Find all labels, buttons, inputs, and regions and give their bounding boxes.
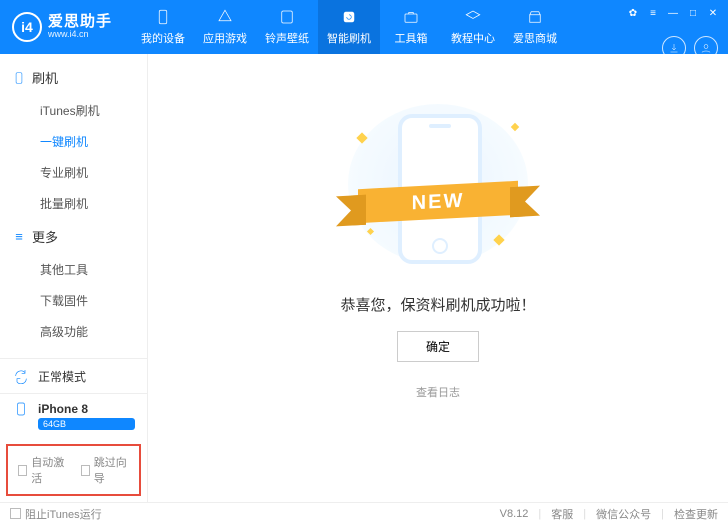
- nav-label: 爱思商城: [513, 30, 557, 46]
- success-illustration: NEW: [328, 104, 548, 264]
- block-itunes-checkbox[interactable]: 阻止iTunes运行: [10, 506, 102, 522]
- confirm-button[interactable]: 确定: [397, 331, 479, 362]
- group-title: 更多: [32, 227, 58, 246]
- skip-guide-checkbox[interactable]: 跳过向导: [81, 454, 130, 486]
- logo-text-short: i4: [21, 19, 33, 35]
- sidebar-group-more: ≡ 更多: [0, 219, 147, 254]
- sidebar-group-flash: 刷机: [0, 60, 147, 95]
- device-name: iPhone 8: [38, 402, 88, 416]
- nav-label: 教程中心: [451, 30, 495, 46]
- list-icon: ≡: [12, 230, 26, 244]
- sidebar-item-oneclick-flash[interactable]: 一键刷机: [0, 126, 147, 157]
- nav-label: 我的设备: [141, 30, 185, 46]
- device-mode[interactable]: 正常模式: [0, 358, 147, 393]
- sidebar: 刷机 iTunes刷机 一键刷机 专业刷机 批量刷机 ≡ 更多 其他工具 下载固…: [0, 54, 148, 502]
- nav-store[interactable]: 爱思商城: [504, 0, 566, 54]
- minimize-icon[interactable]: —: [666, 6, 680, 20]
- phone-icon: [12, 71, 26, 85]
- sidebar-item-itunes-flash[interactable]: iTunes刷机: [0, 95, 147, 126]
- flash-options-highlighted: 自动激活 跳过向导: [6, 444, 141, 496]
- group-title: 刷机: [32, 68, 58, 87]
- phone-icon: [154, 8, 172, 26]
- app-header: i4 爱思助手 www.i4.cn 我的设备 应用游戏 铃声壁纸 智能刷机 工具…: [0, 0, 728, 54]
- apps-icon: [216, 8, 234, 26]
- book-icon: [464, 8, 482, 26]
- new-ribbon: NEW: [358, 181, 518, 223]
- chk-label: 自动激活: [31, 454, 66, 486]
- nav-label: 工具箱: [395, 30, 428, 46]
- auto-activate-checkbox[interactable]: 自动激活: [18, 454, 67, 486]
- sidebar-item-download-firmware[interactable]: 下载固件: [0, 285, 147, 316]
- device-icon: [12, 400, 30, 418]
- mode-label: 正常模式: [38, 368, 86, 385]
- support-link[interactable]: 客服: [551, 506, 573, 522]
- nav-apps[interactable]: 应用游戏: [194, 0, 256, 54]
- status-bar: 阻止iTunes运行 V8.12 | 客服 | 微信公众号 | 检查更新: [0, 502, 728, 524]
- close-icon[interactable]: ✕: [706, 6, 720, 20]
- device-info[interactable]: iPhone 8 64GB: [0, 393, 147, 440]
- nav-label: 铃声壁纸: [265, 30, 309, 46]
- app-name: 爱思助手: [48, 14, 112, 31]
- nav-label: 智能刷机: [327, 30, 371, 46]
- chk-label: 跳过向导: [94, 454, 129, 486]
- logo: i4 爱思助手 www.i4.cn: [0, 12, 124, 42]
- refresh-icon: [340, 8, 358, 26]
- toolbox-icon: [402, 8, 420, 26]
- sidebar-item-pro-flash[interactable]: 专业刷机: [0, 157, 147, 188]
- nav-flash[interactable]: 智能刷机: [318, 0, 380, 54]
- check-update-link[interactable]: 检查更新: [674, 506, 718, 522]
- main-content: NEW 恭喜您，保资料刷机成功啦！ 确定 查看日志: [148, 54, 728, 502]
- sidebar-item-advanced[interactable]: 高级功能: [0, 316, 147, 347]
- sync-icon: [12, 367, 30, 385]
- sidebar-item-other-tools[interactable]: 其他工具: [0, 254, 147, 285]
- window-controls: ✿ ≡ — □ ✕: [626, 6, 720, 20]
- top-nav: 我的设备 应用游戏 铃声壁纸 智能刷机 工具箱 教程中心 爱思商城: [132, 0, 566, 54]
- wechat-link[interactable]: 微信公众号: [596, 506, 651, 522]
- nav-tutorials[interactable]: 教程中心: [442, 0, 504, 54]
- nav-my-device[interactable]: 我的设备: [132, 0, 194, 54]
- version-label: V8.12: [500, 508, 529, 520]
- maximize-icon[interactable]: □: [686, 6, 700, 20]
- settings-icon[interactable]: ✿: [626, 6, 640, 20]
- store-icon: [526, 8, 544, 26]
- logo-icon: i4: [12, 12, 42, 42]
- nav-label: 应用游戏: [203, 30, 247, 46]
- nav-toolbox[interactable]: 工具箱: [380, 0, 442, 54]
- sidebar-item-batch-flash[interactable]: 批量刷机: [0, 188, 147, 219]
- success-message: 恭喜您，保资料刷机成功啦！: [340, 294, 535, 315]
- nav-ringtones[interactable]: 铃声壁纸: [256, 0, 318, 54]
- view-log-link[interactable]: 查看日志: [416, 384, 460, 400]
- menu-icon[interactable]: ≡: [646, 6, 660, 20]
- chk-label: 阻止iTunes运行: [25, 506, 102, 522]
- app-domain: www.i4.cn: [48, 30, 112, 40]
- music-icon: [278, 8, 296, 26]
- storage-badge: 64GB: [38, 418, 135, 430]
